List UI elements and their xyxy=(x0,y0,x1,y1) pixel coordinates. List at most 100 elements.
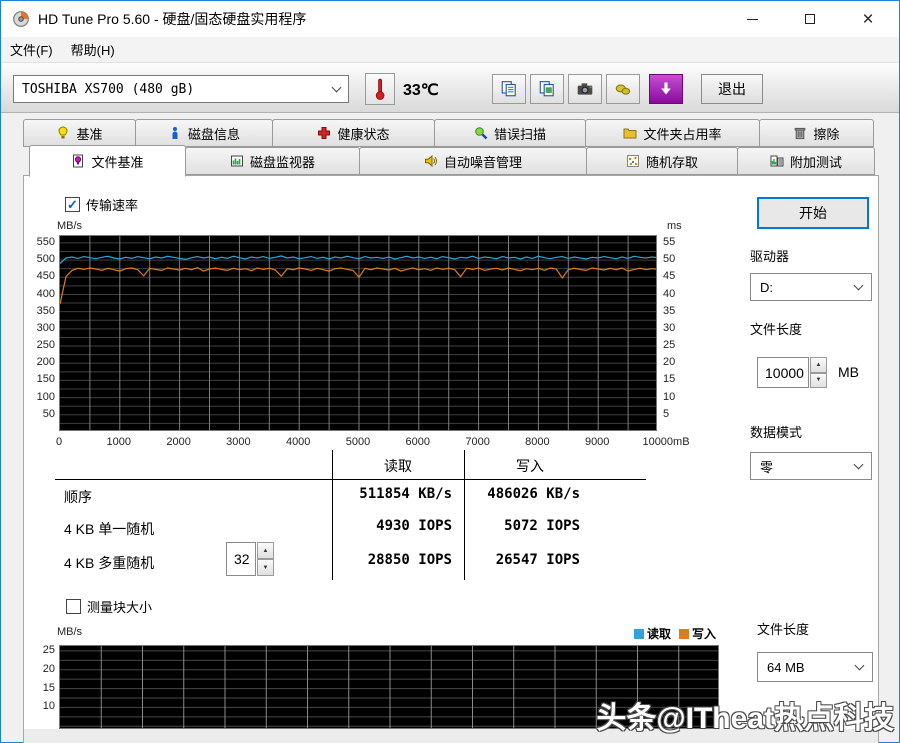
data-mode-label: 数据模式 xyxy=(750,425,803,440)
column-header-write: 写入 xyxy=(516,458,544,474)
chevron-down-icon xyxy=(854,660,865,671)
error-scan-icon xyxy=(475,127,488,140)
tab-file-benchmark[interactable]: 文件基准 xyxy=(29,145,186,177)
file-length-value[interactable]: 10000 xyxy=(757,357,809,388)
file-length-stepper[interactable]: 10000 ▲ ▼ xyxy=(757,357,827,388)
disk-monitor-icon xyxy=(230,155,243,167)
copy-image-button[interactable] xyxy=(530,74,564,104)
spin-down-icon[interactable]: ▼ xyxy=(257,559,274,576)
data-mode-select[interactable]: 零 xyxy=(750,452,872,480)
4k-multi-write-value: 26547 IOPS xyxy=(495,552,580,568)
row-label-4k-multi: 4 KB 多重随机 xyxy=(64,555,155,571)
temperature-value: 33℃ xyxy=(403,82,439,99)
chart-legend: 读取 写入 xyxy=(626,625,716,642)
spin-down-icon[interactable]: ▼ xyxy=(810,372,827,388)
top-chart-y-unit: MB/s xyxy=(57,220,83,232)
file-benchmark-icon xyxy=(73,154,84,168)
tab-row-1: 基准 磁盘信息 健康状态 错误扫描 文件夹占用率 擦除 xyxy=(23,119,874,147)
checkbox-unchecked-icon xyxy=(66,599,81,614)
checkbox-checked-icon: ✓ xyxy=(65,197,80,212)
drive-select[interactable]: D: xyxy=(750,273,872,301)
top-chart-x-ticks: 0 1000 2000 3000 4000 5000 6000 7000 8000 9000 100… xyxy=(55,436,690,448)
row-label-sequential: 顺序 xyxy=(64,489,92,505)
disk-info-icon xyxy=(172,127,178,139)
tab-benchmark[interactable]: 基准 xyxy=(23,119,136,147)
chevron-down-icon xyxy=(331,82,342,93)
read-legend-label: 读取 xyxy=(647,627,672,641)
app-window: HD Tune Pro 5.60 - 硬盘/固态硬盘实用程序 × 文件(F) 帮… xyxy=(0,0,900,743)
tab-error-scan[interactable]: 错误扫描 xyxy=(434,119,586,147)
title-bar: HD Tune Pro 5.60 - 硬盘/固态硬盘实用程序 × xyxy=(1,1,899,37)
queue-depth-stepper[interactable]: 32 ▲ ▼ xyxy=(226,542,274,576)
file-length2-label: 文件长度 xyxy=(757,622,810,637)
thermometer-icon xyxy=(375,78,385,100)
top-chart-left-ticks: 550 500 450 400 350 300 250 200 150 100 50 xyxy=(36,235,55,420)
tab-random-access[interactable]: 随机存取 xyxy=(586,147,738,175)
bottom-chart-left-ticks: 25 20 15 10 xyxy=(42,643,55,713)
random-access-icon xyxy=(626,155,639,167)
speaker-icon xyxy=(424,154,437,168)
tab-row-2: 文件基准 磁盘监视器 自动噪音管理 随机存取 附加测试 xyxy=(29,145,875,177)
export-button[interactable] xyxy=(606,74,640,104)
close-icon: × xyxy=(862,8,874,30)
folder-icon xyxy=(623,128,637,139)
maximize-button[interactable] xyxy=(781,1,839,37)
download-arrow-icon xyxy=(661,82,671,95)
device-select[interactable]: TOSHIBA XS700 (480 gB) xyxy=(13,75,349,103)
window-title: HD Tune Pro 5.60 - 硬盘/固态硬盘实用程序 xyxy=(38,11,307,27)
tab-disk-monitor[interactable]: 磁盘监视器 xyxy=(185,147,360,175)
4k-single-write-value: 5072 IOPS xyxy=(504,518,580,534)
copy-text-icon xyxy=(501,81,516,97)
device-select-value: TOSHIBA XS700 (480 gB) xyxy=(22,81,195,97)
extra-tests-icon xyxy=(770,155,784,167)
queue-depth-value[interactable]: 32 xyxy=(226,542,256,576)
table-header-rule xyxy=(55,479,646,480)
transfer-rate-chart xyxy=(59,235,657,431)
tab-erase[interactable]: 擦除 xyxy=(759,119,874,147)
read-legend-swatch xyxy=(634,628,644,639)
menu-help[interactable]: 帮助(H) xyxy=(62,37,124,62)
bottom-chart-y-unit: MB/s xyxy=(57,626,83,638)
start-button[interactable]: 开始 xyxy=(757,197,869,229)
chevron-down-icon xyxy=(853,459,864,470)
benchmark-icon xyxy=(58,126,68,139)
camera-icon xyxy=(577,83,593,95)
top-chart-right-unit: ms xyxy=(667,220,682,232)
transfer-rate-checkbox[interactable]: ✓ 传输速率 xyxy=(65,195,138,214)
menu-file[interactable]: 文件(F) xyxy=(1,37,62,62)
write-legend-swatch xyxy=(679,628,690,639)
copy-image-icon xyxy=(539,81,554,97)
menu-bar: 文件(F) 帮助(H) xyxy=(1,37,899,63)
tab-extra-tests[interactable]: 附加测试 xyxy=(737,147,875,175)
block-size-checkbox[interactable]: 测量块大小 xyxy=(66,597,152,616)
file-length2-select[interactable]: 64 MB xyxy=(757,652,873,682)
export-icon xyxy=(615,84,631,95)
column-header-read: 读取 xyxy=(384,458,412,474)
file-length-unit: MB xyxy=(838,364,859,380)
spin-up-icon[interactable]: ▲ xyxy=(257,542,274,559)
minimize-icon xyxy=(746,18,758,20)
sequential-write-value: 486026 KB/s xyxy=(487,486,580,502)
tab-disk-info[interactable]: 磁盘信息 xyxy=(135,119,273,147)
watermark: 头条@ITheat热点科技 xyxy=(596,702,894,735)
file-length-label: 文件长度 xyxy=(750,322,803,337)
app-icon xyxy=(13,11,29,27)
row-label-4k-single: 4 KB 单一随机 xyxy=(64,521,155,537)
file-benchmark-panel: ✓ 传输速率 MB/s ms 550 500 450 400 350 300 250 200 1… xyxy=(23,175,879,743)
spin-up-icon[interactable]: ▲ xyxy=(810,357,827,373)
screenshot-button[interactable] xyxy=(568,74,602,104)
drive-label: 驱动器 xyxy=(750,249,790,264)
minimize-button[interactable] xyxy=(723,1,781,37)
tab-folder-usage[interactable]: 文件夹占用率 xyxy=(585,119,760,147)
trash-icon xyxy=(795,127,806,140)
exit-button[interactable]: 退出 xyxy=(701,74,763,104)
temperature-button[interactable] xyxy=(365,73,395,105)
close-button[interactable]: × xyxy=(839,1,897,37)
toolbar: TOSHIBA XS700 (480 gB) 33℃ 退出 xyxy=(1,63,899,113)
maximize-icon xyxy=(805,14,815,24)
download-button[interactable] xyxy=(649,74,683,104)
tab-health[interactable]: 健康状态 xyxy=(272,119,435,147)
tab-aam[interactable]: 自动噪音管理 xyxy=(359,147,587,175)
copy-text-button[interactable] xyxy=(492,74,526,104)
chevron-down-icon xyxy=(853,280,864,291)
